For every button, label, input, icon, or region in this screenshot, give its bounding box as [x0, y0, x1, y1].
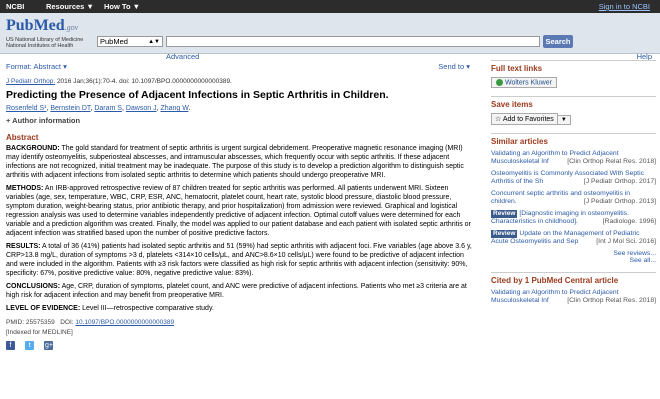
pubmed-header: PubMed.gov US National Library of Medici… [0, 13, 660, 61]
author-link[interactable]: Bernstein DT [50, 105, 90, 112]
wolters-kluwer-button[interactable]: Wolters Kluwer [491, 77, 557, 89]
review-badge: Review [491, 230, 518, 239]
pubmed-logo[interactable]: PubMed.gov [6, 17, 78, 35]
journal-link[interactable]: J Pediatr Orthop. [6, 78, 55, 85]
format-bar: Format: Abstract ▾ Send to ▾ [0, 60, 480, 72]
cited-by-heading: Cited by 1 PubMed Central article [491, 276, 619, 286]
abstract-heading: Abstract [6, 133, 39, 142]
author-link[interactable]: Rosenfeld S¹ [6, 105, 46, 112]
ncbi-topbar: NCBI Resources ▼ How To ▼ Sign in to NCB… [0, 0, 660, 13]
article-title: Predicting the Presence of Adjacent Infe… [6, 89, 389, 101]
send-to-dropdown[interactable]: Send to ▾ [438, 62, 470, 71]
author-link[interactable]: Zhang W [160, 105, 188, 112]
similar-article-item[interactable]: Concurrent septic arthritis and osteomye… [491, 190, 656, 206]
indexed-note: [Indexed for MEDLINE] [6, 329, 73, 336]
add-to-favorites-button[interactable]: ☆ Add to Favorites [491, 113, 558, 126]
save-items-heading: Save items [491, 100, 533, 110]
ncbi-logo[interactable]: NCBI [6, 2, 24, 11]
social-share: f t g+ [6, 340, 476, 350]
save-items-box: Save items ☆ Add to Favorites ▼ [491, 96, 656, 126]
fulltext-links-box: Full text links Wolters Kluwer [491, 60, 656, 89]
howto-menu[interactable]: How To ▼ [104, 2, 140, 11]
author-link[interactable]: Dawson J [126, 105, 157, 112]
similar-articles-heading: Similar articles [491, 137, 548, 147]
abstract-section: BACKGROUND: The gold standard for treatm… [6, 145, 464, 179]
resources-menu[interactable]: Resources ▼ [46, 2, 94, 11]
fulltext-links-heading: Full text links [491, 64, 543, 73]
twitter-icon[interactable]: t [25, 341, 35, 350]
cited-article-item[interactable]: Validating an Algorithm to Predict Adjac… [491, 289, 656, 305]
similar-articles-box: Similar articles Validating an Algorithm… [491, 133, 656, 264]
database-select[interactable]: PubMed ▲▼ [97, 36, 163, 47]
similar-article-item[interactable]: Review Update on the Management of Pediat… [491, 230, 656, 246]
logo-subtitle: US National Library of Medicine National… [6, 37, 84, 49]
author-link[interactable]: Daram S [94, 105, 122, 112]
abstract-section: CONCLUSIONS: Age, CRP, duration of sympt… [6, 283, 467, 299]
citation-line: J Pediatr Orthop. 2016 Jan;36(1):70-4. d… [6, 78, 232, 85]
search-input[interactable] [166, 36, 540, 47]
facebook-icon[interactable]: f [6, 341, 15, 350]
abstract-section: RESULTS: A total of 36 (41%) patients ha… [6, 243, 472, 277]
author-information-toggle[interactable]: + Author information [6, 116, 476, 125]
chevron-down-icon: ▲▼ [148, 39, 160, 45]
right-sidebar: Full text links Wolters Kluwer Save item… [491, 60, 656, 313]
wolters-kluwer-icon [496, 79, 503, 86]
similar-article-item[interactable]: Validating an Algorithm to Predict Adjac… [491, 150, 656, 166]
format-dropdown[interactable]: Format: Abstract ▾ [6, 62, 67, 71]
abstract-section: METHODS: An IRB-approved retrospective r… [6, 185, 471, 237]
similar-article-item[interactable]: Osteomyelitis is Commonly Associated Wit… [491, 170, 656, 186]
abstract-section: LEVEL OF EVIDENCE: Level III—retrospecti… [6, 305, 214, 312]
author-list: Rosenfeld S¹, Bernstein DT, Daram S, Daw… [6, 105, 191, 112]
favorites-dropdown-button[interactable]: ▼ [556, 115, 571, 126]
doi-link[interactable]: 10.1097/BPO.0000000000000389 [75, 319, 174, 326]
abstract-body: BACKGROUND: The gold standard for treatm… [6, 144, 476, 313]
signin-link[interactable]: Sign in to NCBI [599, 2, 650, 11]
review-badge: Review [491, 210, 518, 219]
see-reviews-link[interactable]: See reviews... [613, 250, 656, 257]
pmid-doi-line: PMID: 25575359 DOI: 10.1097/BPO.00000000… [6, 319, 175, 326]
see-all-link[interactable]: See all... [630, 257, 656, 264]
article-main: J Pediatr Orthop. 2016 Jan;36(1):70-4. d… [6, 78, 476, 350]
google-plus-icon[interactable]: g+ [44, 341, 54, 350]
search-button[interactable]: Search [543, 35, 573, 48]
pmid: PMID: 25575359 [6, 319, 55, 326]
similar-article-item[interactable]: Review [Diagnostic imaging in osteomyelit… [491, 210, 656, 226]
cited-by-box: Cited by 1 PubMed Central article Valida… [491, 272, 656, 305]
